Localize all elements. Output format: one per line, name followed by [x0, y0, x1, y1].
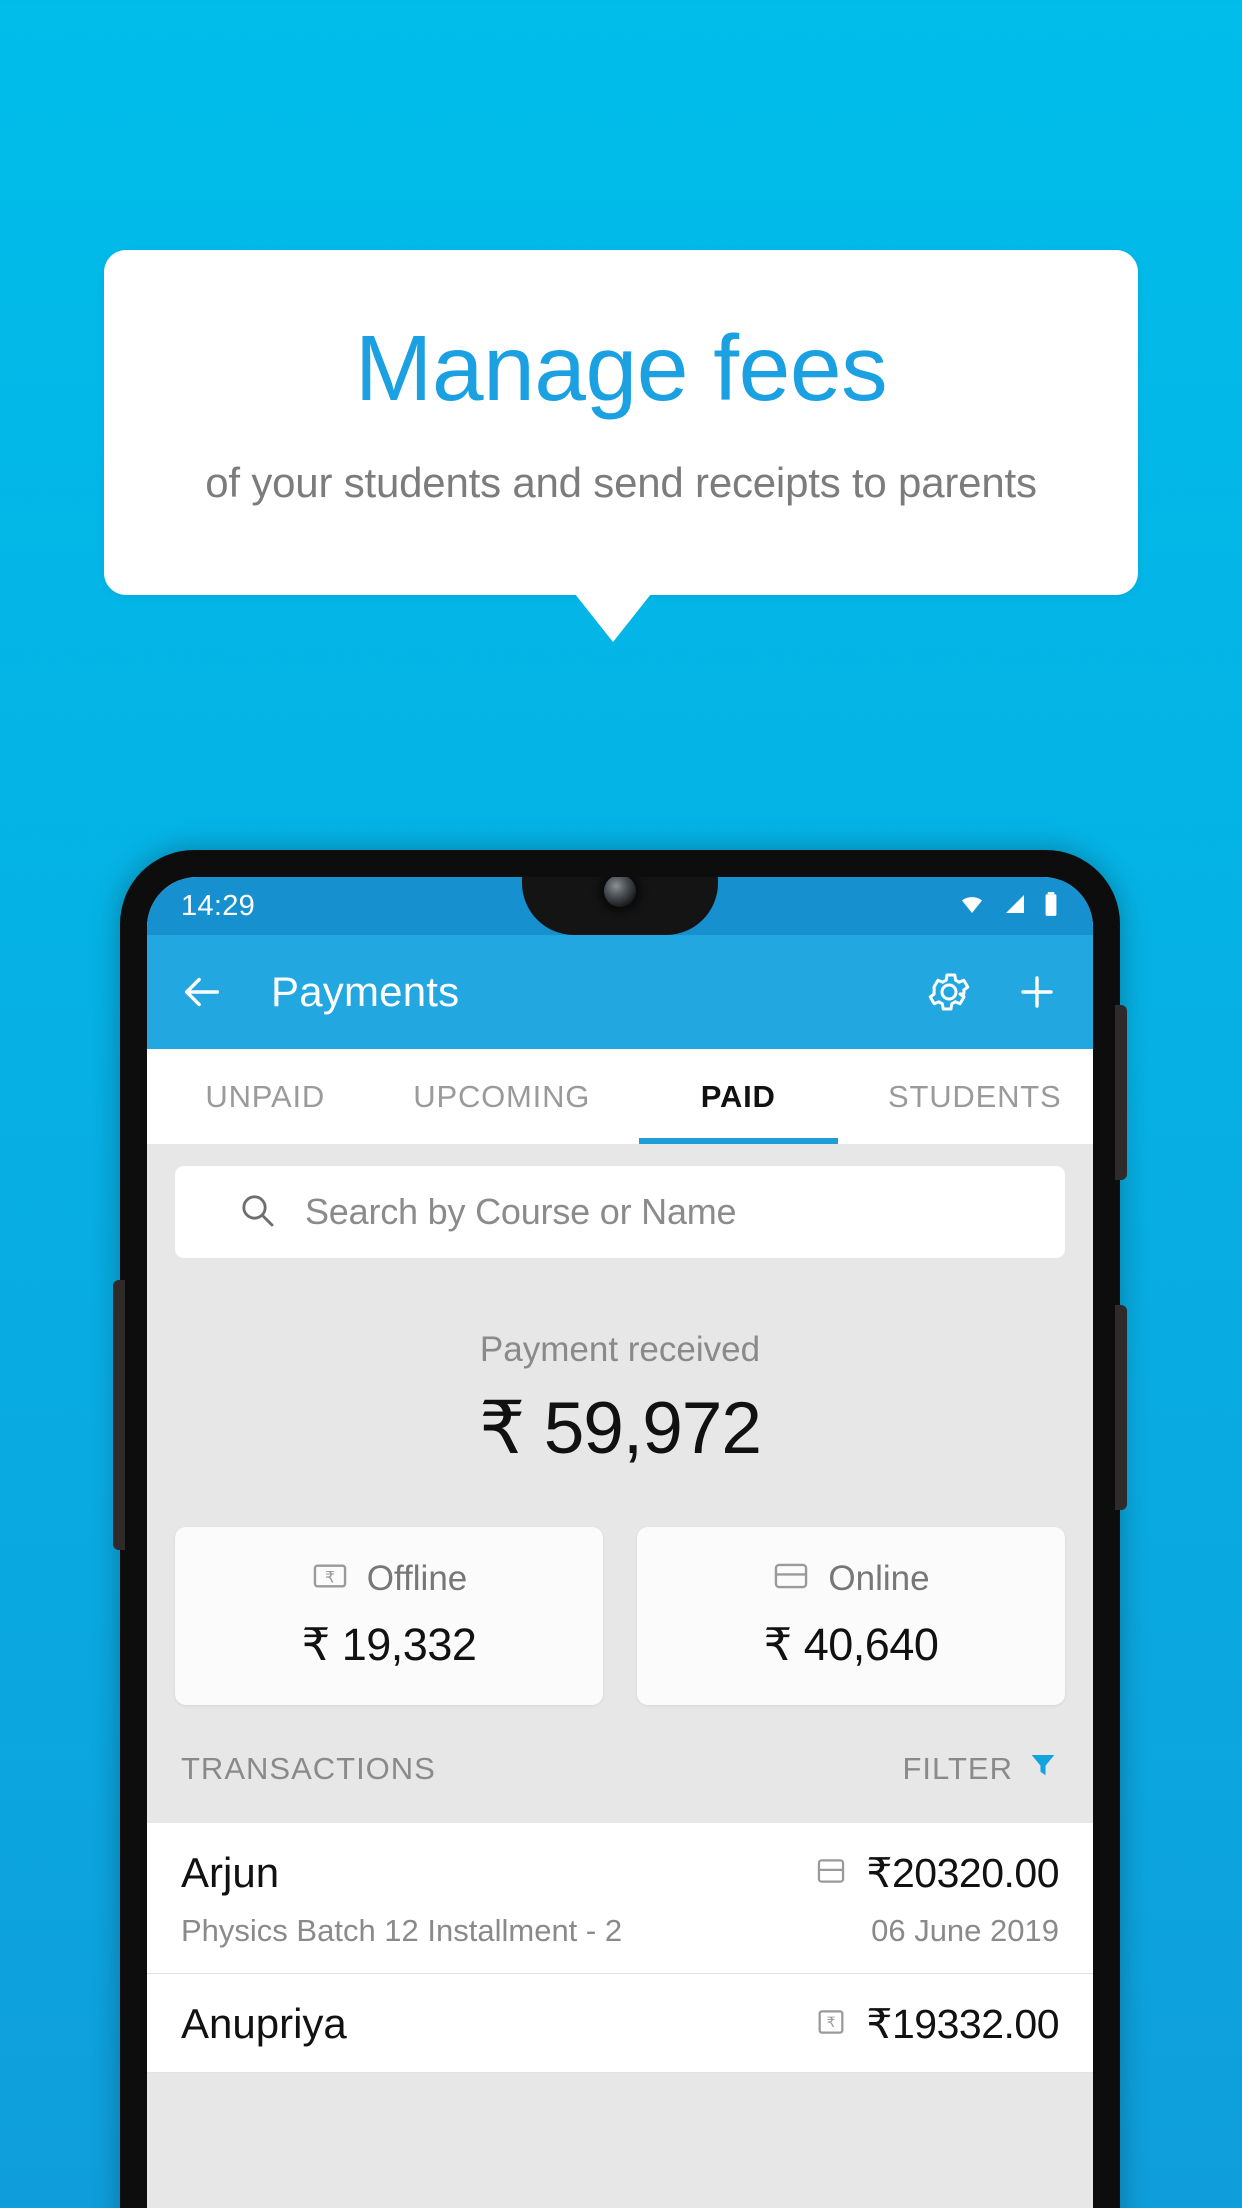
offline-summary-card[interactable]: ₹ Offline ₹ 19,332	[175, 1527, 603, 1705]
payment-method-cards: ₹ Offline ₹ 19,332 Online ₹ 40,640	[175, 1527, 1065, 1705]
tab-bar: UNPAID UPCOMING PAID STUDENTS	[147, 1049, 1093, 1144]
back-arrow-icon[interactable]	[179, 969, 225, 1015]
tab-unpaid[interactable]: UNPAID	[147, 1049, 384, 1144]
online-summary-card[interactable]: Online ₹ 40,640	[637, 1527, 1065, 1705]
phone-screen: 14:29 Payments UNPAID UPCOMING PAID STUD…	[147, 877, 1093, 2208]
offline-card-header: ₹ Offline	[175, 1557, 603, 1600]
phone-mockup: 14:29 Payments UNPAID UPCOMING PAID STUD…	[113, 850, 1127, 2208]
promo-headline: Manage fees	[354, 316, 888, 420]
signal-icon	[1002, 892, 1028, 921]
gear-icon[interactable]	[925, 968, 973, 1016]
transaction-amount: ₹19332.00	[866, 2001, 1059, 2047]
transaction-amount: ₹20320.00	[866, 1850, 1059, 1896]
search-icon	[237, 1190, 277, 1235]
rupee-note-icon: ₹	[814, 2005, 848, 2044]
transaction-primary-line: Anupriya ₹ ₹19332.00	[181, 2000, 1059, 2048]
table-row[interactable]: Anupriya ₹ ₹19332.00	[147, 1974, 1093, 2073]
transaction-primary-line: Arjun ₹20320.00	[181, 1849, 1059, 1897]
credit-card-icon	[772, 1557, 810, 1600]
funnel-icon	[1027, 1749, 1059, 1789]
promo-speech-bubble: Manage fees of your students and send re…	[104, 250, 1138, 595]
transaction-amount-group: ₹20320.00	[814, 1849, 1059, 1897]
transaction-date: 06 June 2019	[871, 1913, 1059, 1948]
offline-card-label: Offline	[366, 1558, 468, 1598]
transaction-description: Physics Batch 12 Installment - 2	[181, 1913, 623, 1948]
online-card-label: Online	[828, 1558, 930, 1598]
plus-icon[interactable]	[1013, 968, 1061, 1016]
filter-label: FILTER	[902, 1751, 1013, 1786]
phone-volume-button[interactable]	[1115, 1005, 1127, 1180]
svg-text:₹: ₹	[827, 2015, 836, 2031]
online-card-amount: ₹ 40,640	[763, 1619, 939, 1670]
transaction-secondary-line: Physics Batch 12 Installment - 2 06 June…	[181, 1913, 1059, 1949]
filter-button[interactable]: FILTER	[903, 1749, 1060, 1789]
transaction-name: Anupriya	[181, 2000, 347, 2047]
transaction-amount-group: ₹ ₹19332.00	[814, 2000, 1059, 2048]
wifi-icon	[957, 892, 987, 921]
payment-received-label: Payment received	[479, 1330, 761, 1369]
battery-icon	[1043, 891, 1059, 922]
table-row[interactable]: Arjun ₹20320.00 Physics Batch 12 Install…	[147, 1823, 1093, 1974]
app-bar: Payments	[147, 935, 1093, 1049]
status-system-icons	[957, 891, 1059, 922]
online-card-header: Online	[637, 1557, 1065, 1600]
transactions-title: TRANSACTIONS	[181, 1751, 436, 1786]
speech-bubble-tail	[575, 594, 651, 642]
tab-students[interactable]: STUDENTS	[857, 1049, 1094, 1144]
phone-power-button[interactable]	[1115, 1305, 1127, 1510]
transactions-list: Arjun ₹20320.00 Physics Batch 12 Install…	[147, 1823, 1093, 2073]
search-input[interactable]: Search by Course or Name	[175, 1166, 1065, 1258]
tab-paid[interactable]: PAID	[620, 1049, 857, 1144]
rupee-note-icon: ₹	[311, 1557, 349, 1600]
status-bar: 14:29	[147, 877, 1093, 935]
tab-content-paid: Search by Course or Name Payment receive…	[147, 1144, 1093, 2208]
transaction-name: Arjun	[181, 1849, 280, 1896]
credit-card-icon	[814, 1854, 848, 1893]
page-title: Payments	[271, 968, 460, 1015]
payment-received-amount: ₹ 59,972	[478, 1388, 762, 1469]
status-clock: 14:29	[181, 889, 256, 922]
transactions-header: TRANSACTIONS FILTER	[181, 1749, 1059, 1789]
offline-card-amount: ₹ 19,332	[301, 1619, 477, 1670]
phone-left-button[interactable]	[113, 1280, 125, 1550]
tab-upcoming[interactable]: UPCOMING	[384, 1049, 621, 1144]
search-placeholder: Search by Course or Name	[305, 1191, 737, 1232]
svg-text:₹: ₹	[325, 1567, 335, 1586]
promo-subheadline: of your students and send receipts to pa…	[205, 459, 1037, 506]
